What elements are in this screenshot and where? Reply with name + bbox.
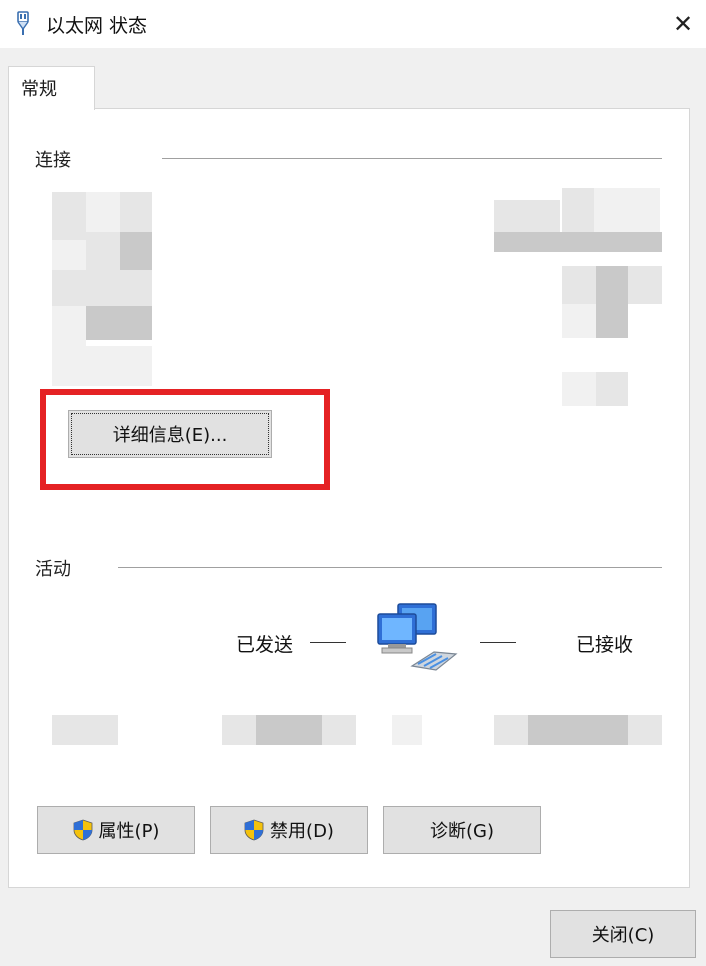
connection-group-divider: [162, 158, 662, 159]
properties-button-label: 属性(P): [98, 821, 160, 842]
disable-button[interactable]: 禁用(D): [210, 806, 368, 854]
details-button-label: 详细信息(E)...: [112, 425, 228, 446]
activity-group-divider: [118, 567, 662, 568]
close-button[interactable]: 关闭(C): [550, 910, 696, 958]
received-label: 已接收: [576, 634, 634, 656]
tab-general[interactable]: 常规: [8, 66, 95, 110]
sent-dash: [310, 642, 346, 643]
connection-group-label: 连接: [35, 150, 71, 171]
uac-shield-icon: [244, 819, 264, 841]
close-button-label: 关闭(C): [591, 925, 655, 946]
diagnose-button-label: 诊断(G): [430, 821, 494, 842]
close-icon[interactable]: ✕: [660, 0, 706, 48]
details-button[interactable]: 详细信息(E)...: [68, 410, 272, 458]
network-computers-icon: [377, 603, 458, 671]
activity-group-label: 活动: [35, 559, 71, 580]
properties-button[interactable]: 属性(P): [37, 806, 195, 854]
disable-button-label: 禁用(D): [270, 821, 334, 842]
diagnose-button[interactable]: 诊断(G): [383, 806, 541, 854]
title-bar: 以太网 状态 ✕: [0, 0, 706, 48]
network-adapter-icon: [17, 11, 29, 35]
uac-shield-icon: [73, 819, 92, 841]
window-title: 以太网 状态: [46, 15, 148, 37]
ethernet-status-window: 以太网 状态 ✕ 常规 连接 详细信息(E)... 活动 已发送 已接收 属性(…: [0, 0, 706, 966]
received-dash: [480, 642, 516, 643]
sent-label: 已发送: [236, 634, 294, 656]
